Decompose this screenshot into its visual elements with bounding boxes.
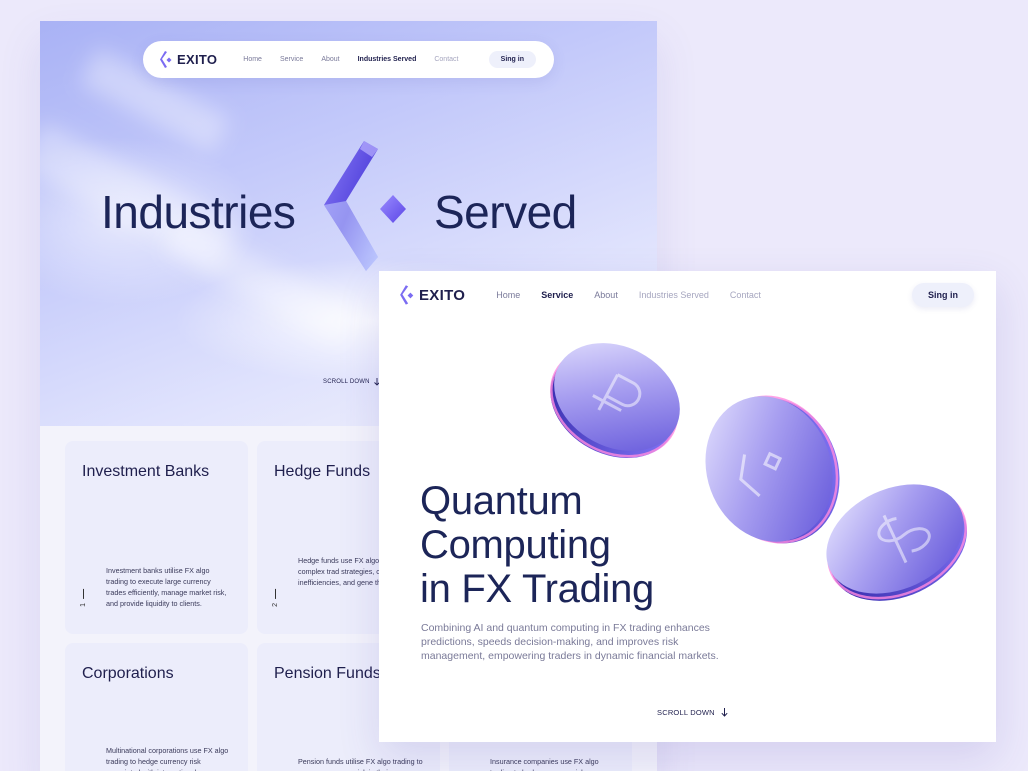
card-number: 2 [272, 589, 279, 607]
back-logo-text: EXITO [177, 52, 218, 67]
front-nav-contact[interactable]: Contact [730, 290, 761, 300]
hero-word-served: Served [434, 186, 577, 238]
back-nav-home[interactable]: Home [243, 56, 262, 63]
exito-logo-icon [400, 284, 414, 305]
front-scroll-down[interactable]: SCROLL DOWN [657, 708, 728, 717]
hero-description: Combining AI and quantum computing in FX… [421, 622, 719, 662]
back-scroll-label: SCROLL DOWN [323, 379, 370, 385]
hero-title-line-2: Computing [420, 523, 611, 567]
back-nav-industries[interactable]: Industries Served [358, 56, 417, 63]
front-signin-button[interactable]: Sing in [912, 283, 974, 307]
hero-title-line-1: Quantum [420, 479, 583, 523]
card-investment-banks[interactable]: Investment Banks 1 Investment banks util… [65, 441, 248, 634]
coin-1 [550, 343, 680, 458]
card-description: Multinational corporations use FX algo t… [106, 746, 229, 771]
front-logo[interactable]: EXITO [399, 284, 466, 306]
hero-title: Quantum Computing in FX Trading [420, 479, 680, 611]
hero-word-industries: Industries [101, 186, 296, 238]
front-nav-industries[interactable]: Industries Served [639, 290, 709, 300]
card-title: Investment Banks [82, 463, 210, 480]
front-nav-service[interactable]: Service [541, 290, 573, 300]
back-nav-links: Home Service About Industries Served Con… [243, 56, 458, 63]
card-description: Investment banks utilise FX algo trading… [106, 566, 227, 608]
card-number: 1 [80, 589, 87, 607]
card-title: Corporations [82, 665, 174, 682]
card-title: Hedge Funds [274, 463, 371, 480]
hero-title-line-3: in FX Trading [420, 567, 654, 611]
front-scroll-label: SCROLL DOWN [657, 708, 715, 717]
back-navbar: EXITO Home Service About Industries Serv… [143, 41, 554, 78]
back-nav-about[interactable]: About [321, 56, 339, 63]
front-navbar: EXITO Home Service About Industries Serv… [399, 282, 974, 308]
exito-3d-logo-icon [324, 141, 406, 271]
front-nav-home[interactable]: Home [496, 290, 520, 300]
front-nav-about[interactable]: About [594, 290, 618, 300]
arrow-down-icon [721, 708, 728, 717]
front-nav-links: Home Service About Industries Served Con… [496, 290, 761, 300]
back-signin-button[interactable]: Sing in [488, 51, 536, 68]
card-description: Pension funds utilise FX algo trading to… [298, 757, 423, 771]
front-logo-text: EXITO [419, 286, 466, 304]
back-nav-contact[interactable]: Contact [434, 56, 458, 63]
back-nav-service[interactable]: Service [280, 56, 303, 63]
card-corporations[interactable]: Corporations Multinational corporations … [65, 643, 248, 771]
card-description: Insurance companies use FX algo trading … [490, 757, 599, 771]
back-logo[interactable]: EXITO [159, 50, 218, 69]
back-scroll-down[interactable]: SCROLL DOWN [323, 378, 380, 386]
exito-logo-icon [160, 50, 172, 68]
quantum-page: EXITO Home Service About Industries Serv… [379, 271, 996, 742]
card-title: Pension Funds [274, 665, 381, 682]
